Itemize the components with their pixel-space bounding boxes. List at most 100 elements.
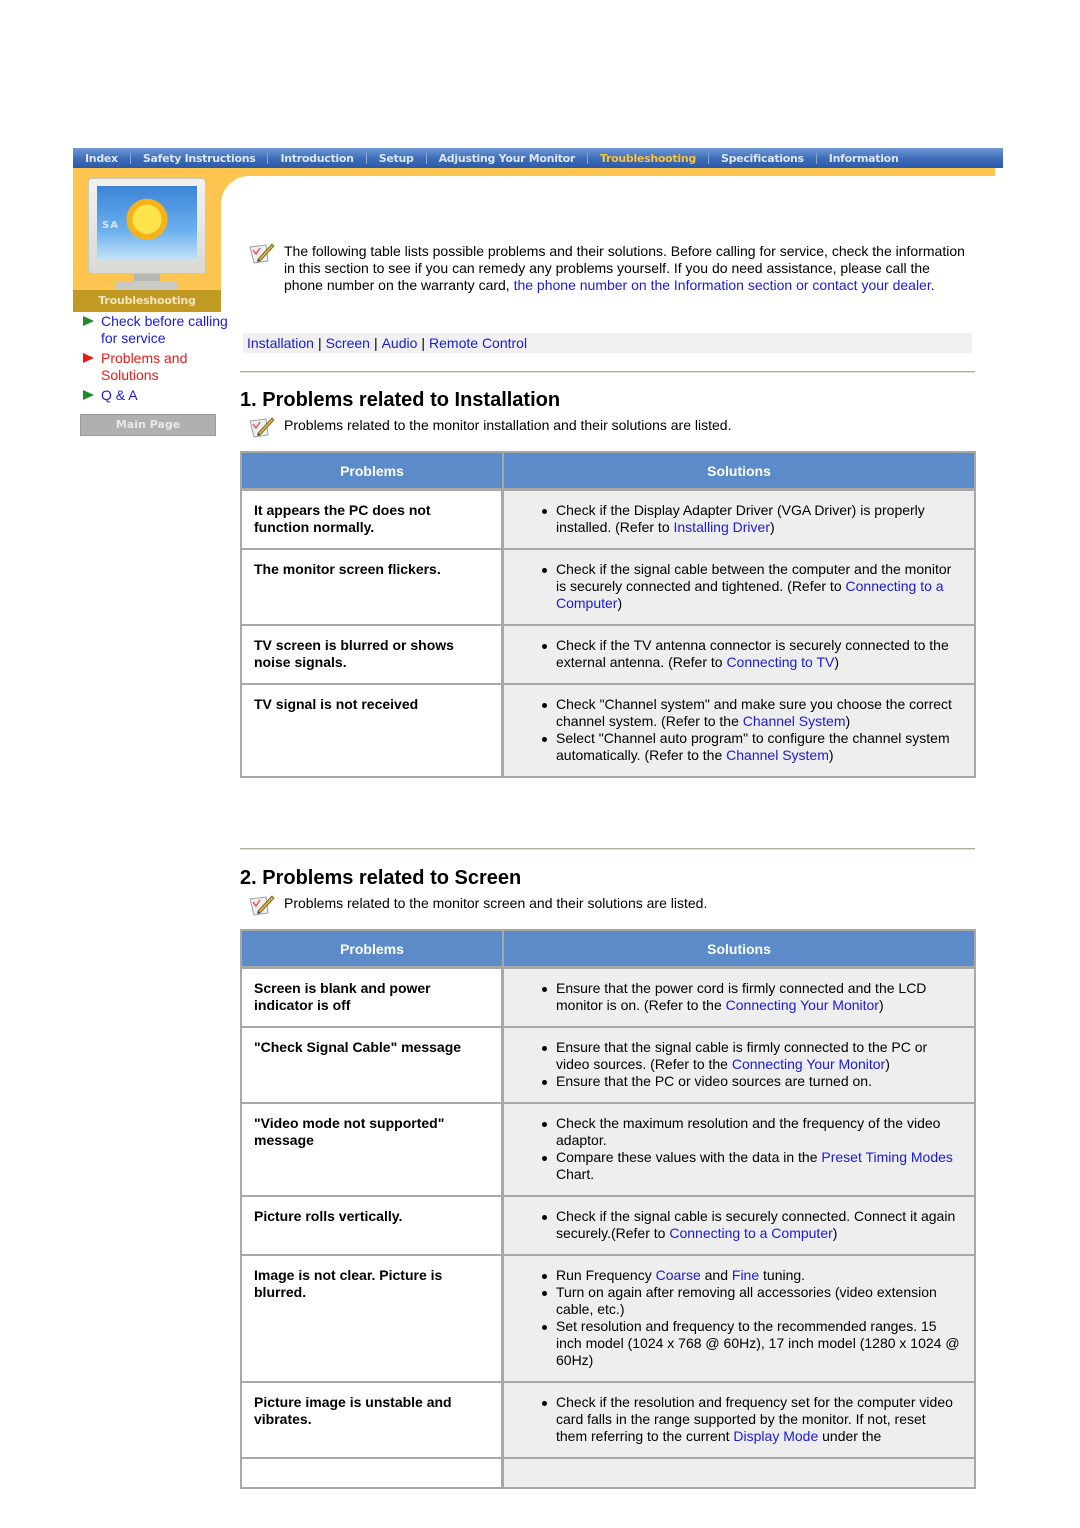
nav-tab-introduction[interactable]: Introduction — [268, 152, 365, 165]
reference-link[interactable]: Connecting to a Computer — [669, 1225, 832, 1241]
reference-link[interactable]: Display Mode — [733, 1428, 818, 1444]
solution-text: Compare these values with the data in th… — [556, 1149, 822, 1165]
reference-link[interactable]: Fine — [732, 1267, 759, 1283]
solution-cell: Ensure that the power cord is firmly con… — [503, 968, 975, 1027]
nav-tab-safety-instructions[interactable]: Safety Instructions — [131, 152, 268, 165]
problem-cell: TV screen is blurred or shows noise sign… — [241, 625, 503, 684]
reference-link[interactable]: Coarse — [656, 1267, 701, 1283]
problem-cell: TV signal is not received — [241, 684, 503, 777]
solution-text: ) — [878, 997, 884, 1013]
section-note-text: Problems related to the monitor installa… — [284, 417, 732, 433]
solution-item: Ensure that the power cord is firmly con… — [542, 980, 960, 1014]
sidebar-item-qa[interactable]: Q & A — [80, 387, 230, 404]
sidebar-item-label[interactable]: Q & A — [101, 387, 138, 404]
monitor-brand: SA — [102, 220, 119, 231]
solution-item: Ensure that the signal cable is firmly c… — [542, 1039, 960, 1073]
solution-list: Ensure that the signal cable is firmly c… — [540, 1039, 960, 1090]
section-note: Problems related to the monitor screen a… — [248, 895, 968, 917]
link-remote-control[interactable]: Remote Control — [429, 335, 527, 351]
arrow-right-icon — [83, 316, 94, 326]
solution-cell: Check if the signal cable is securely co… — [503, 1196, 975, 1255]
problem-cell — [241, 1458, 503, 1488]
link-audio[interactable]: Audio — [382, 335, 418, 351]
solution-text: Ensure that the PC or video sources are … — [556, 1073, 872, 1089]
solution-text: Set resolution and frequency to the reco… — [556, 1318, 960, 1368]
arrow-right-icon — [83, 353, 94, 363]
nav-tab-specifications[interactable]: Specifications — [709, 152, 816, 165]
solution-text: ) — [885, 1056, 890, 1072]
solution-text: ) — [828, 747, 834, 763]
solution-text: tuning. — [759, 1267, 806, 1283]
reference-link[interactable]: Channel System — [726, 747, 829, 763]
reference-link[interactable]: Channel System — [743, 713, 846, 729]
solution-list: Ensure that the power cord is firmly con… — [540, 980, 960, 1014]
section-note: Problems related to the monitor installa… — [248, 417, 968, 439]
nav-tab-adjusting-your-monitor[interactable]: Adjusting Your Monitor — [427, 152, 587, 165]
table-row: "Check Signal Cable" message Ensure that … — [241, 1027, 975, 1103]
section-note-text: Problems related to the monitor screen a… — [284, 895, 708, 911]
separator: | — [317, 335, 322, 351]
solution-text: Check the maximum resolution and the fre… — [556, 1115, 941, 1148]
information-section-link[interactable]: the phone number on the Information sect… — [514, 277, 931, 293]
divider — [240, 371, 975, 373]
nav-tab-setup[interactable]: Setup — [367, 152, 426, 165]
table-row: TV signal is not received Check "Channel … — [241, 684, 975, 777]
solution-cell: Check the maximum resolution and the fre… — [503, 1103, 975, 1196]
solution-cell: Ensure that the signal cable is firmly c… — [503, 1027, 975, 1103]
solution-item: Check if the signal cable is securely co… — [542, 1208, 960, 1242]
solution-list: Check if the signal cable between the co… — [540, 561, 960, 612]
solution-item: Check if the resolution and frequency se… — [542, 1394, 960, 1445]
nav-tab-troubleshooting[interactable]: Troubleshooting — [588, 152, 708, 165]
solution-cell: Run Frequency Coarse and Fine tuning. Tur… — [503, 1255, 975, 1382]
section-links-bar: Installation | Screen | Audio | Remote Control — [243, 333, 972, 353]
reference-link[interactable]: Connecting Your Monitor — [732, 1056, 885, 1072]
solution-cell: Check "Channel system" and make sure you… — [503, 684, 975, 777]
solution-text: under the — [818, 1428, 882, 1444]
table-row: "Video mode not supported" message Check … — [241, 1103, 975, 1196]
separator: | — [421, 335, 426, 351]
solution-item: Check if the TV antenna connector is sec… — [542, 637, 960, 671]
intro-note: The following table lists possible probl… — [248, 243, 968, 294]
reference-link[interactable]: Connecting to TV — [726, 654, 834, 670]
solution-list: Check the maximum resolution and the fre… — [540, 1115, 960, 1183]
reference-link[interactable]: Installing Driver — [674, 519, 770, 535]
intro-text: The following table lists possible probl… — [284, 243, 965, 293]
table-row: Picture image is unstable and vibrates. C… — [241, 1382, 975, 1458]
table-row — [241, 1458, 975, 1488]
solution-text: and — [700, 1267, 732, 1283]
problem-cell: Picture rolls vertically. — [241, 1196, 503, 1255]
solution-text: ) — [832, 1225, 838, 1241]
sidebar-item-label[interactable]: Check before calling for service — [101, 313, 230, 347]
sidebar-menu: Check before calling for service Problem… — [80, 313, 230, 407]
solution-item: Turn on again after removing all accesso… — [542, 1284, 960, 1318]
solution-list: Run Frequency Coarse and Fine tuning. Tur… — [540, 1267, 960, 1369]
link-screen[interactable]: Screen — [326, 335, 370, 351]
nav-tab-index[interactable]: Index — [73, 152, 130, 165]
main-page-button[interactable]: Main Page — [80, 414, 216, 436]
table-row: TV screen is blurred or shows noise sign… — [241, 625, 975, 684]
installation-problems-table: Problems Solutions It appears the PC doe… — [240, 451, 976, 778]
solution-item: Select "Channel auto program" to configu… — [542, 730, 960, 764]
link-installation[interactable]: Installation — [247, 335, 314, 351]
sidebar-item-label[interactable]: Problems and Solutions — [101, 350, 230, 384]
problem-cell: Picture image is unstable and vibrates. — [241, 1382, 503, 1458]
decorative-curve — [221, 176, 281, 236]
solution-list: Check "Channel system" and make sure you… — [540, 696, 960, 764]
solution-item: Check if the signal cable between the co… — [542, 561, 960, 612]
solution-text: Run Frequency — [556, 1267, 656, 1283]
solution-item: Check the maximum resolution and the fre… — [542, 1115, 960, 1149]
solution-cell — [503, 1458, 975, 1488]
nav-tab-information[interactable]: Information — [817, 152, 911, 165]
column-header-solutions: Solutions — [503, 452, 975, 490]
reference-link[interactable]: Connecting Your Monitor — [726, 997, 879, 1013]
solution-cell: Check if the resolution and frequency se… — [503, 1382, 975, 1458]
problem-cell: Screen is blank and power indicator is o… — [241, 968, 503, 1027]
solution-list: Check if the resolution and frequency se… — [540, 1394, 960, 1445]
reference-link[interactable]: Preset Timing Modes — [821, 1149, 953, 1165]
solution-cell: Check if the signal cable between the co… — [503, 549, 975, 625]
sidebar-item-check-before[interactable]: Check before calling for service — [80, 313, 230, 347]
table-row: Screen is blank and power indicator is o… — [241, 968, 975, 1027]
solution-list: Check if the signal cable is securely co… — [540, 1208, 960, 1242]
sidebar-item-problems-solutions[interactable]: Problems and Solutions — [80, 350, 230, 384]
solution-item: Check "Channel system" and make sure you… — [542, 696, 960, 730]
